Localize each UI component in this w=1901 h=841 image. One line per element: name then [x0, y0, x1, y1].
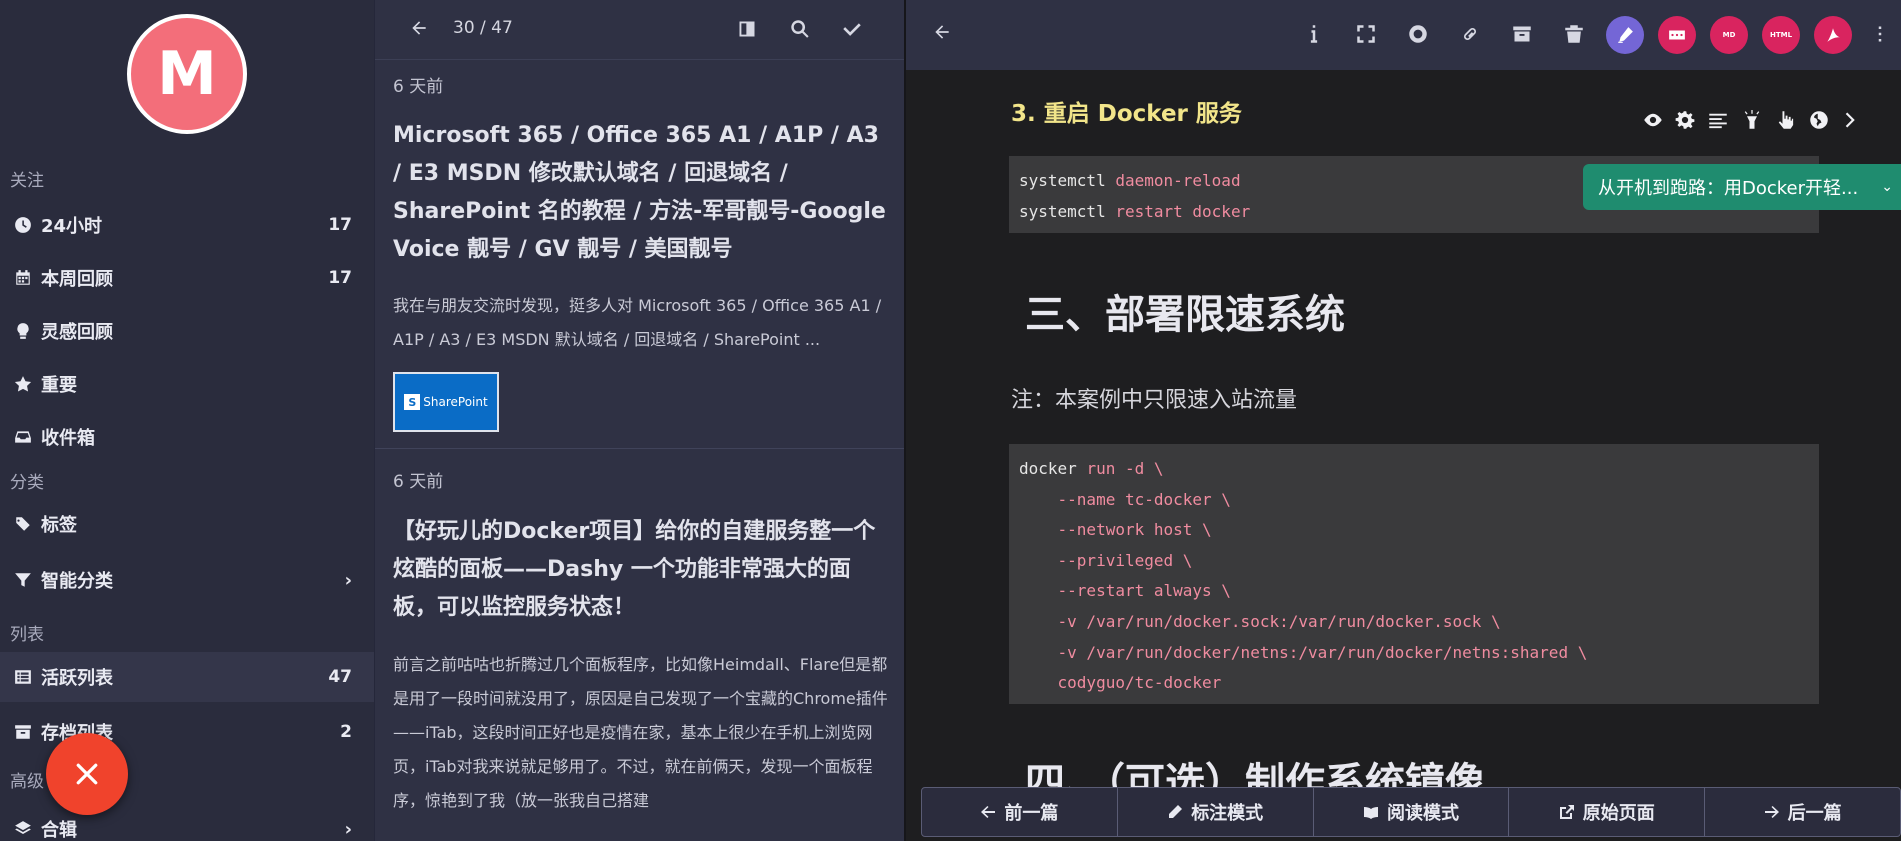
- article-list: 30 / 47 6 天前 Microsoft 365 / Office 365 …: [374, 0, 904, 841]
- section-title-advanced: 高级: [10, 772, 44, 792]
- clock-icon: [14, 216, 32, 234]
- link-icon[interactable]: [1456, 20, 1484, 48]
- sidebar-item-count: 47: [328, 667, 352, 687]
- fullscreen-icon[interactable]: [1352, 20, 1380, 48]
- article-title[interactable]: Microsoft 365 / Office 365 A1 / A1P / A3…: [393, 117, 889, 269]
- sharepoint-logo-icon: S: [404, 394, 421, 410]
- filter-icon: [14, 571, 32, 589]
- sidebar-item-active-list[interactable]: 活跃列表 47: [0, 652, 374, 702]
- sidebar-item-inbox[interactable]: 收件箱: [0, 412, 374, 462]
- paragraph: 注：本案例中只限速入站流量: [1011, 388, 1298, 413]
- external-link-icon: [1559, 805, 1574, 819]
- sidebar: M 关注 24小时 17 本周回顾 17 灵感回顾 重要 收件箱 分类 标签 智…: [0, 0, 374, 841]
- original-page-button[interactable]: 原始页面: [1509, 788, 1706, 836]
- star-icon: [14, 375, 32, 393]
- sidebar-item-label: 灵感回顾: [41, 322, 113, 343]
- section-title-lists: 列表: [10, 625, 44, 645]
- more-vertical-icon[interactable]: [1866, 20, 1894, 48]
- sidebar-item-inspiration[interactable]: 灵感回顾: [0, 306, 374, 356]
- html-export-icon[interactable]: HTML: [1762, 16, 1800, 54]
- close-icon: [76, 763, 98, 785]
- sidebar-item-label: 本周回顾: [41, 269, 113, 290]
- article-excerpt: 前言之前咕咕也折腾过几个面板程序，比如像Heimdall、Flare但是都是用了…: [393, 655, 888, 810]
- sidebar-item-label: 收件箱: [41, 428, 95, 449]
- chevron-down-icon: ⌄: [1881, 179, 1893, 195]
- ellipsis-message-icon[interactable]: [1658, 16, 1696, 54]
- article-thumbnail[interactable]: S SharePoint: [393, 372, 499, 432]
- reader-toolbar: MD HTML: [906, 0, 1901, 70]
- lightbulb-icon: [14, 322, 32, 340]
- sidebar-item-tags[interactable]: 标签: [0, 499, 374, 549]
- sidebar-item-label: 24小时: [41, 216, 103, 237]
- article-date: 6 天前: [393, 77, 444, 97]
- back-arrow-icon[interactable]: [932, 22, 956, 46]
- sidebar-item-label: 智能分类: [41, 571, 113, 592]
- split-view-icon[interactable]: [735, 17, 759, 41]
- prev-article-button[interactable]: 前一篇: [922, 788, 1118, 836]
- article-title[interactable]: 【好玩儿的Docker项目】给你的自建服务整一个炫酷的面板——Dashy 一个功…: [393, 513, 889, 627]
- chevron-right-icon: ›: [344, 818, 352, 840]
- list-lines-icon[interactable]: [1707, 109, 1729, 131]
- sidebar-item-label: 重要: [41, 375, 77, 396]
- annotate-mode-button[interactable]: 标注模式: [1118, 788, 1314, 836]
- sidebar-item-label: 合辑: [41, 820, 77, 841]
- arrow-right-icon: [1764, 806, 1779, 818]
- pencil-icon: [1169, 805, 1183, 818]
- arrow-left-icon: [981, 806, 996, 818]
- reading-tools: [1630, 100, 1901, 138]
- chevron-right-icon[interactable]: [1840, 109, 1862, 131]
- gear-icon[interactable]: [1674, 109, 1696, 131]
- highlighter-icon[interactable]: [1606, 16, 1644, 54]
- globe-icon[interactable]: [1808, 109, 1830, 131]
- reading-mode-button[interactable]: 阅读模式: [1314, 788, 1510, 836]
- layers-icon: [14, 820, 32, 838]
- trash-icon[interactable]: [1560, 20, 1588, 48]
- info-icon[interactable]: [1300, 20, 1328, 48]
- sidebar-item-label: 标签: [41, 515, 77, 536]
- article-date: 6 天前: [393, 472, 444, 492]
- pdf-export-icon[interactable]: [1814, 16, 1852, 54]
- thumbnail-text: SharePoint: [423, 395, 488, 409]
- hand-pointer-icon[interactable]: [1774, 109, 1796, 131]
- section-title-category: 分类: [10, 473, 44, 493]
- sidebar-item-important[interactable]: 重要: [0, 359, 374, 409]
- code-block: docker run -d \ --name tc-docker \ --net…: [1009, 444, 1819, 704]
- back-arrow-icon[interactable]: [409, 18, 433, 42]
- reader-bottom-bar: 前一篇 标注模式 阅读模式 原始页面 后一篇: [921, 787, 1901, 837]
- article-counter: 30 / 47: [453, 18, 513, 38]
- chevron-right-icon: ›: [344, 569, 352, 591]
- section-title-follow: 关注: [10, 171, 44, 191]
- article-excerpt: 我在与朋友交流时发现，挺多人对 Microsoft 365 / Office 3…: [393, 296, 882, 349]
- user-avatar[interactable]: M: [127, 14, 247, 134]
- sidebar-item-week[interactable]: 本周回顾 17: [0, 253, 374, 303]
- divider: [375, 448, 904, 449]
- sidebar-item-count: 17: [328, 268, 352, 288]
- book-open-icon: [1363, 807, 1378, 819]
- sidebar-item-collections[interactable]: 合辑 ›: [0, 804, 374, 841]
- record-icon[interactable]: [1404, 20, 1432, 48]
- sidebar-item-label: 活跃列表: [41, 668, 113, 689]
- sidebar-item-24h[interactable]: 24小时 17: [0, 200, 374, 250]
- flashlight-icon[interactable]: [1741, 109, 1763, 131]
- tags-icon: [14, 515, 32, 533]
- archive-icon: [14, 723, 32, 741]
- archive-icon[interactable]: [1508, 20, 1536, 48]
- next-article-button[interactable]: 后一篇: [1705, 788, 1900, 836]
- check-icon[interactable]: [840, 17, 864, 41]
- toc-current-heading: 从开机到跑路：用Docker开轻...: [1598, 178, 1859, 199]
- search-icon[interactable]: [788, 17, 812, 41]
- toc-dropdown[interactable]: 从开机到跑路：用Docker开轻... ⌄: [1583, 164, 1901, 210]
- sidebar-item-smart-category[interactable]: 智能分类 ›: [0, 555, 374, 605]
- section-heading: 3. 重启 Docker 服务: [1011, 101, 1242, 127]
- list-icon: [14, 668, 32, 686]
- list-header: 30 / 47: [375, 0, 904, 60]
- section-heading: 三、部署限速系统: [1025, 292, 1345, 338]
- sidebar-item-count: 17: [328, 215, 352, 235]
- sidebar-item-count: 2: [340, 722, 352, 742]
- fab-close-button[interactable]: [46, 733, 128, 815]
- markdown-export-icon[interactable]: MD: [1710, 16, 1748, 54]
- inbox-icon: [14, 428, 32, 446]
- eye-icon[interactable]: [1642, 109, 1664, 131]
- calendar-icon: [14, 269, 32, 287]
